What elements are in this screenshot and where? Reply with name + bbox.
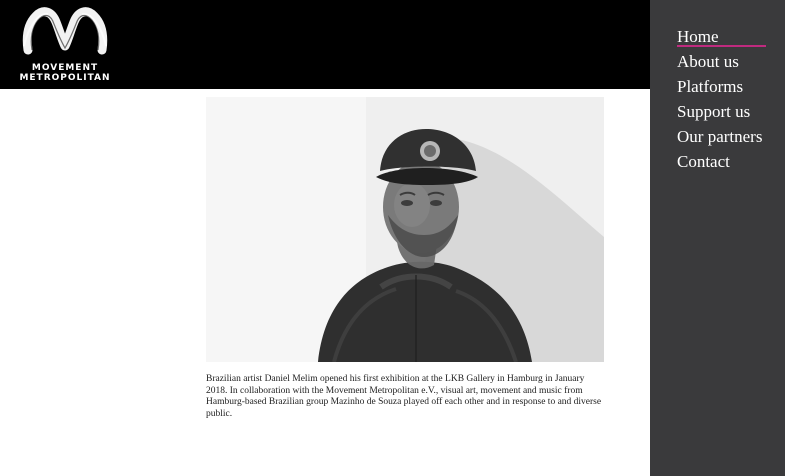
nav-item-platforms: Platforms	[677, 76, 762, 101]
brand-name-line-1: MOVEMENT	[31, 63, 99, 73]
nav-link-our-partners[interactable]: Our partners	[677, 126, 762, 148]
brush-m-logo-icon	[22, 7, 108, 55]
nav-item-our-partners: Our partners	[677, 126, 762, 151]
nav-link-support-us[interactable]: Support us	[677, 101, 750, 123]
nav-link-platforms[interactable]: Platforms	[677, 76, 743, 98]
right-sidebar: Home About us Platforms Support us Our p…	[650, 0, 785, 476]
artist-portrait-photo	[206, 97, 604, 362]
active-underline	[677, 45, 766, 47]
nav-item-home: Home	[677, 26, 766, 51]
photo-caption: Brazilian artist Daniel Melim opened his…	[206, 374, 602, 419]
nav-item-about-us: About us	[677, 51, 762, 76]
brand-logo[interactable]: MOVEMENT METROPOLITAN	[18, 6, 112, 84]
nav-item-support-us: Support us	[677, 101, 762, 126]
header-bar: MOVEMENT METROPOLITAN	[0, 0, 650, 89]
nav-item-contact: Contact	[677, 151, 762, 176]
nav-link-about-us[interactable]: About us	[677, 51, 739, 73]
nav-link-contact[interactable]: Contact	[677, 151, 730, 173]
portrait-photo-icon	[206, 97, 604, 362]
brand-name-line-2: METROPOLITAN	[19, 73, 111, 83]
main-navigation: Home About us Platforms Support us Our p…	[677, 26, 766, 176]
